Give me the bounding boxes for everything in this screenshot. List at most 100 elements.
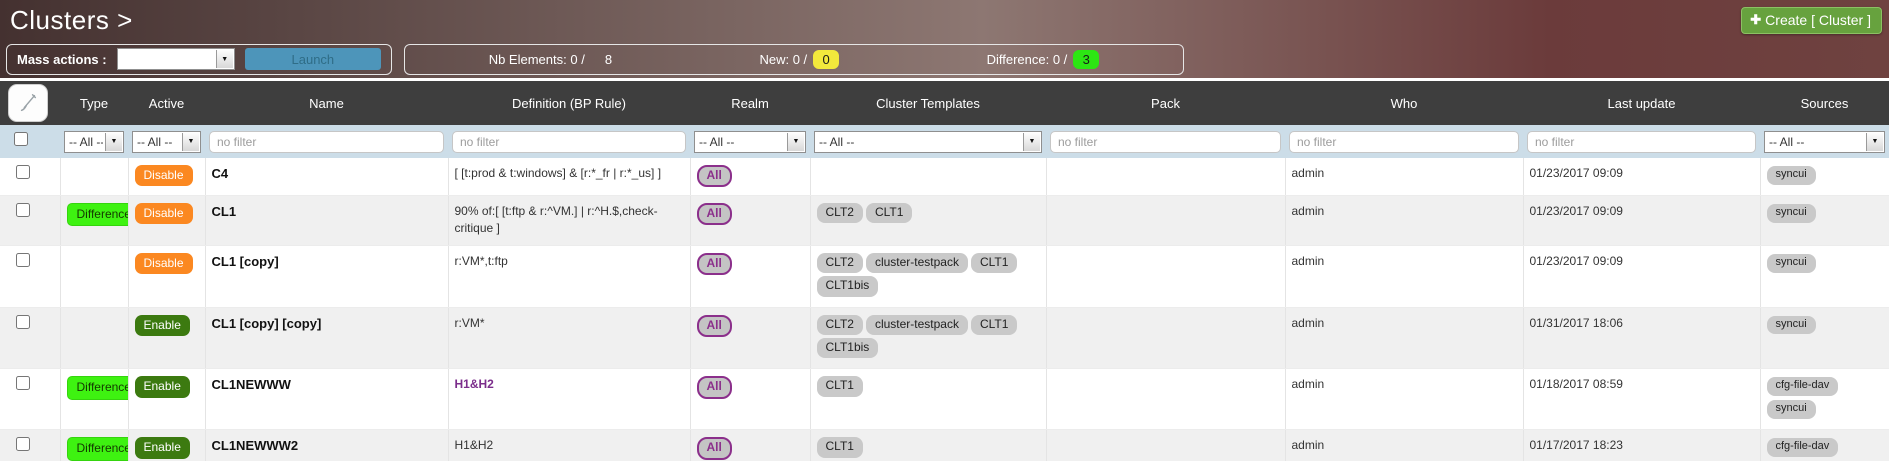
cluster-name: C4 [205,158,448,195]
template-chip: CLT1 [817,376,863,396]
cluster-pack [1046,430,1285,461]
filter-who-input[interactable] [1289,131,1519,153]
filter-active-select[interactable]: -- All -- [133,132,200,152]
who-value: admin [1285,195,1523,245]
last-update-value: 01/17/2017 18:23 [1523,430,1760,461]
cluster-name: CL1 [205,195,448,245]
row-checkbox[interactable] [16,203,30,217]
template-chip: CLT1 [866,203,912,223]
template-chip: CLT2 [817,203,863,223]
source-chip: syncui [1767,316,1816,335]
type-badge: Difference [67,376,129,399]
last-update-value: 01/23/2017 09:09 [1523,158,1760,195]
row-checkbox[interactable] [16,437,30,451]
col-header-pack: Pack [1046,81,1285,125]
who-value: admin [1285,430,1523,461]
type-badge: Difference [67,203,129,226]
realm-badge: All [697,315,732,337]
mass-actions-select[interactable] [118,49,234,69]
difference-stat: Difference: 0 / 3 [987,50,1100,69]
difference-label: Difference: 0 / [987,52,1068,67]
template-chip: CLT2 [817,315,863,335]
filter-type-select-wrap: -- All -- [64,131,124,153]
source-chip: syncui [1767,204,1816,223]
filter-templates-select[interactable]: -- All -- [815,132,1041,152]
new-count-badge: 0 [813,50,839,69]
plus-icon: ✚ [1750,12,1761,28]
cluster-templates [810,158,1046,195]
filter-pack-input[interactable] [1050,131,1281,153]
select-all-checkbox[interactable] [14,132,28,146]
select-all-header [0,81,60,125]
col-header-last-update: Last update [1523,81,1760,125]
sources-list: syncui [1760,245,1889,307]
mass-actions-box: Mass actions : Launch [6,44,392,75]
col-header-definition: Definition (BP Rule) [448,81,690,125]
table-header-row: Type Active Name Definition (BP Rule) Re… [0,81,1889,125]
cluster-pack [1046,245,1285,307]
cluster-definition: r:VM*,t:ftp [448,245,690,307]
nb-elements-stat: Nb Elements: 0 / 8 [489,52,612,67]
cluster-pack [1046,307,1285,369]
create-cluster-label: Create [ Cluster ] [1765,12,1871,28]
mass-actions-select-wrap [117,48,235,70]
cluster-definition: H1&H2 [448,369,690,430]
source-chip: syncui [1767,400,1816,419]
filter-name-input[interactable] [209,131,444,153]
row-checkbox[interactable] [16,253,30,267]
page-title: Clusters > [10,5,133,36]
difference-count-badge: 3 [1073,50,1099,69]
page-header: Clusters > ✚ Create [ Cluster ] Mass act… [0,0,1889,78]
filter-row: -- All -- -- All -- -- All -- -- All -- [0,125,1889,158]
template-chip: CLT1 [971,253,1017,273]
cluster-definition: r:VM* [448,307,690,369]
select-all-button[interactable] [8,84,48,122]
table-row: Difference Disable CL1 90% of:[ [t:ftp &… [0,195,1889,245]
col-header-type: Type [60,81,128,125]
filter-sources-select[interactable]: -- All -- [1765,132,1884,152]
filter-realm-select[interactable]: -- All -- [695,132,805,152]
create-cluster-button[interactable]: ✚ Create [ Cluster ] [1741,7,1882,34]
cluster-templates: CLT2cluster-testpackCLT1CLT1bis [810,307,1046,369]
table-row: Disable C4 [ [t:prod & t:windows] & [r:*… [0,158,1889,195]
filter-type-select[interactable]: -- All -- [65,132,123,152]
col-header-active: Active [128,81,205,125]
mass-actions-label: Mass actions : [17,52,107,67]
row-checkbox[interactable] [16,165,30,179]
clusters-table: Type Active Name Definition (BP Rule) Re… [0,81,1889,461]
cluster-templates: CLT1 [810,430,1046,461]
launch-button[interactable]: Launch [245,48,381,70]
active-badge: Disable [135,253,193,274]
source-chip: syncui [1767,166,1816,185]
filter-active-select-wrap: -- All -- [132,131,201,153]
realm-badge: All [697,165,732,187]
col-header-realm: Realm [690,81,810,125]
toolbar: Mass actions : Launch Nb Elements: 0 / 8… [0,40,1889,78]
who-value: admin [1285,307,1523,369]
row-checkbox[interactable] [16,376,30,390]
cluster-name: CL1 [copy] [copy] [205,307,448,369]
sources-list: syncui [1760,307,1889,369]
cluster-definition: H1&H2 [448,430,690,461]
table-row: Disable CL1 [copy] r:VM*,t:ftp All CLT2c… [0,245,1889,307]
stats-box: Nb Elements: 0 / 8 New: 0 / 0 Difference… [404,44,1184,75]
col-header-sources: Sources [1760,81,1889,125]
realm-badge: All [697,253,732,275]
col-header-name: Name [205,81,448,125]
active-badge: Enable [135,437,190,458]
realm-badge: All [697,376,732,398]
nb-elements-label: Nb Elements: 0 / [489,52,585,67]
last-update-value: 01/23/2017 09:09 [1523,245,1760,307]
filter-definition-input[interactable] [452,131,686,153]
template-chip: CLT1bis [817,276,879,296]
cluster-name: CL1NEWWW2 [205,430,448,461]
realm-badge: All [697,437,732,459]
cluster-definition: [ [t:prod & t:windows] & [r:*_fr | r:*_u… [448,158,690,195]
active-badge: Disable [135,165,193,186]
col-header-who: Who [1285,81,1523,125]
row-checkbox[interactable] [16,315,30,329]
filter-last-update-input[interactable] [1527,131,1756,153]
cluster-templates: CLT2cluster-testpackCLT1CLT1bis [810,245,1046,307]
active-badge: Disable [135,203,193,224]
table-row: Difference Enable CL1NEWWW2 H1&H2 All CL… [0,430,1889,461]
